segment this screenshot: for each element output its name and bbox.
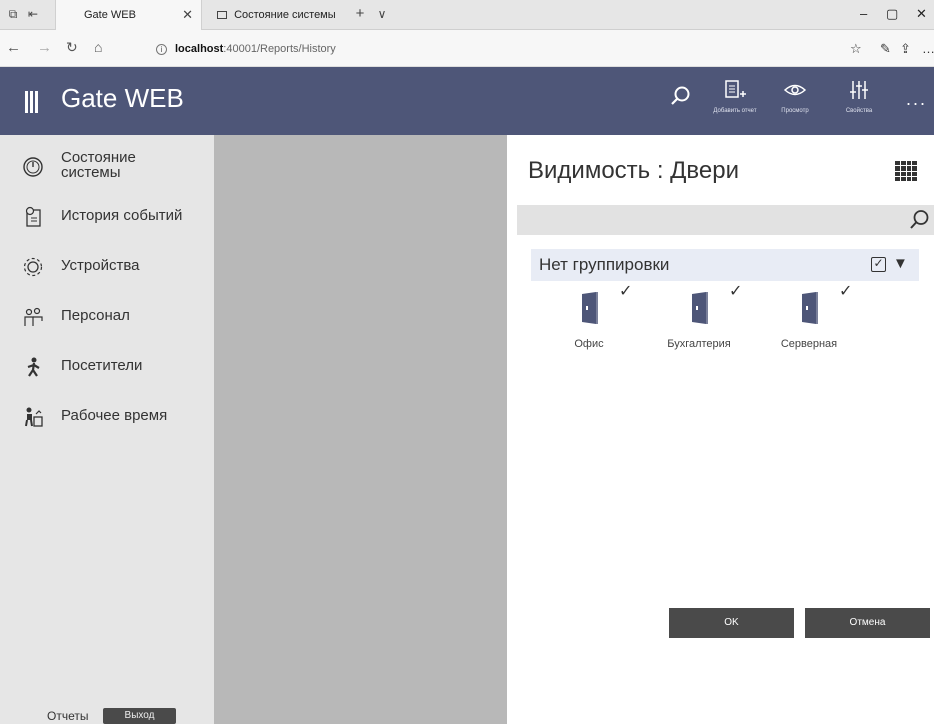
more-icon[interactable]: … bbox=[922, 41, 934, 56]
ok-button[interactable]: OK bbox=[669, 608, 794, 638]
forward-icon[interactable]: → bbox=[37, 39, 52, 56]
pen-icon[interactable]: ✎ bbox=[880, 41, 891, 57]
sliders-icon bbox=[850, 81, 868, 99]
address-bar: ← → ↻ ⌂ i localhost:40001/Reports/History… bbox=[0, 30, 934, 67]
browser-tab-bar: ⧉ ⇤ Gate WEB ✕ Состояние системы 1.pdf?t… bbox=[0, 0, 934, 51]
event-history-icon bbox=[25, 206, 41, 227]
tab-title: Gate WEB bbox=[84, 9, 136, 21]
door-icon bbox=[802, 292, 818, 324]
door-item[interactable]: ✓ Офис bbox=[534, 283, 644, 355]
sidebar-item-system-state[interactable]: Состояние системы bbox=[0, 148, 214, 192]
refresh-icon[interactable]: ↻ bbox=[66, 39, 78, 56]
reports-link[interactable]: Отчеты bbox=[47, 709, 88, 723]
search-input[interactable] bbox=[517, 205, 934, 235]
sidebar-item-label: Устройства bbox=[61, 257, 140, 274]
new-tab-button[interactable]: + bbox=[353, 6, 367, 21]
properties-button[interactable]: Свойства bbox=[831, 79, 887, 115]
sidebar-item-label: Состояние системы bbox=[61, 149, 136, 181]
set-aside-tabs-icon[interactable]: ⇤ bbox=[26, 7, 40, 21]
tab-pdf[interactable]: Состояние системы 1.pdf?t bbox=[207, 0, 347, 51]
cancel-button[interactable]: Отмена bbox=[805, 608, 930, 638]
checkmark-icon[interactable]: ✓ bbox=[619, 281, 632, 301]
sidebar-item-visitors[interactable]: Посетители bbox=[0, 348, 214, 388]
door-label: Серверная bbox=[780, 338, 838, 350]
view-label: Просмотр bbox=[781, 108, 809, 114]
worktime-icon bbox=[25, 407, 43, 427]
url-input[interactable]: i localhost:40001/Reports/History bbox=[150, 38, 830, 60]
home-icon[interactable]: ⌂ bbox=[94, 39, 102, 55]
checkmark-icon[interactable]: ✓ bbox=[729, 281, 742, 301]
url-host: localhost bbox=[175, 43, 224, 55]
visitor-icon bbox=[27, 357, 40, 377]
search-icon bbox=[671, 86, 690, 105]
personnel-icon bbox=[24, 307, 43, 326]
collapse-triangle-icon[interactable]: ▼ bbox=[893, 255, 908, 272]
gear-icon bbox=[23, 257, 43, 277]
search-icon[interactable] bbox=[908, 209, 930, 231]
app-title: Gate WEB bbox=[61, 83, 184, 113]
info-icon[interactable]: i bbox=[156, 44, 167, 55]
content-area bbox=[214, 135, 507, 724]
more-menu-button[interactable]: ... bbox=[906, 89, 927, 110]
panel-title: Видимость : Двери bbox=[528, 157, 740, 184]
sidebar-item-devices[interactable]: Устройства bbox=[0, 248, 214, 288]
document-icon bbox=[217, 11, 227, 20]
sidebar-item-personnel[interactable]: Персонал bbox=[0, 298, 214, 338]
group-label: Нет группировки bbox=[539, 255, 670, 274]
minimize-icon[interactable]: – bbox=[860, 6, 867, 21]
tab-actions-icon[interactable]: ⧉ bbox=[6, 7, 20, 21]
group-checkbox[interactable]: ✓ bbox=[871, 257, 886, 272]
properties-label: Свойства bbox=[845, 108, 873, 114]
sidebar: Состояние системы История событий Устрой… bbox=[0, 135, 214, 724]
door-item[interactable]: ✓ Бухгалтерия bbox=[644, 283, 754, 355]
add-report-button[interactable]: Добавить отчет bbox=[707, 79, 763, 115]
add-report-icon bbox=[725, 80, 746, 98]
sidebar-item-worktime[interactable]: Рабочее время bbox=[0, 398, 214, 438]
share-icon[interactable]: ⇪ bbox=[900, 41, 911, 57]
sidebar-item-label: Рабочее время bbox=[61, 407, 168, 424]
url-path: :40001/Reports/History bbox=[223, 43, 336, 55]
hamburger-menu-icon[interactable] bbox=[25, 91, 39, 113]
view-button[interactable]: Просмотр bbox=[767, 79, 823, 115]
eye-icon bbox=[783, 84, 807, 96]
door-icon bbox=[692, 292, 708, 324]
door-label: Офис bbox=[574, 338, 604, 350]
gauge-icon bbox=[23, 157, 43, 177]
app-header: Gate WEB Добавить отчет Просмотр Свойств… bbox=[0, 67, 934, 135]
logout-button[interactable]: Выход bbox=[103, 708, 176, 724]
tab-list-button[interactable]: ∨ bbox=[375, 7, 389, 21]
door-item[interactable]: ✓ Серверная bbox=[754, 283, 864, 355]
sidebar-item-label: Посетители bbox=[61, 357, 143, 374]
search-button[interactable] bbox=[652, 85, 708, 112]
close-window-icon[interactable]: ✕ bbox=[916, 6, 927, 22]
door-label: Бухгалтерия bbox=[667, 338, 731, 350]
visibility-panel: Видимость : Двери Нет группировки ✓ ▼ ✓ … bbox=[507, 135, 934, 724]
door-icon bbox=[582, 292, 598, 324]
add-report-label: Добавить отчет bbox=[713, 108, 757, 114]
sidebar-item-label: История событий bbox=[61, 207, 183, 224]
favorites-icon[interactable]: ☆ bbox=[850, 41, 862, 57]
maximize-icon[interactable]: ▢ bbox=[886, 6, 898, 22]
sidebar-item-event-history[interactable]: История событий bbox=[0, 198, 214, 238]
back-icon[interactable]: ← bbox=[6, 39, 21, 56]
group-header[interactable]: Нет группировки ✓ ▼ bbox=[531, 249, 919, 281]
close-tab-icon[interactable]: ✕ bbox=[182, 0, 193, 30]
checkmark-icon[interactable]: ✓ bbox=[839, 281, 852, 301]
tab-gate-web[interactable]: Gate WEB ✕ bbox=[55, 0, 202, 30]
sidebar-item-label: Персонал bbox=[61, 307, 130, 324]
grid-view-icon[interactable] bbox=[895, 161, 917, 181]
